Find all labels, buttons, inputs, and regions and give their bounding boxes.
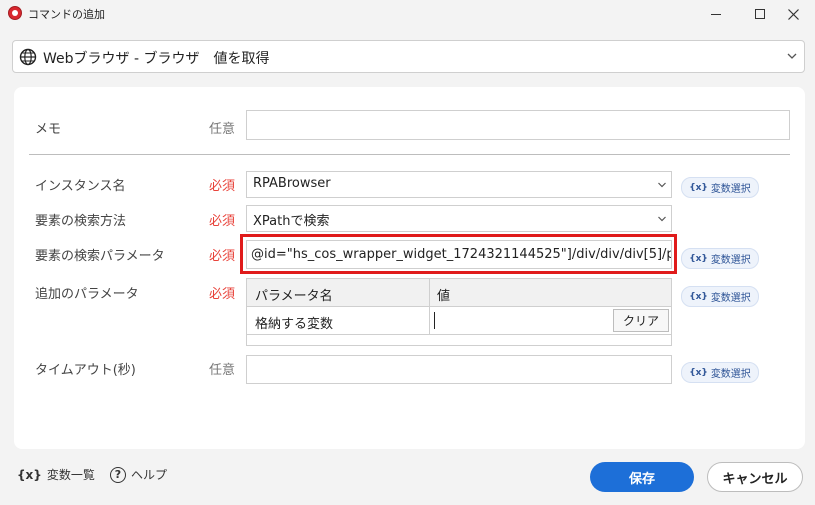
chevron-down-icon xyxy=(658,182,666,188)
timeout-input[interactable] xyxy=(246,355,672,384)
globe-icon xyxy=(19,48,37,66)
timeout-var-select-button[interactable]: {x} 変数選択 xyxy=(681,362,759,383)
table-row: 格納する変数 クリア xyxy=(247,307,671,335)
minimize-icon xyxy=(711,13,721,15)
memo-input[interactable] xyxy=(246,110,790,140)
help-icon: ? xyxy=(110,466,126,483)
variable-icon: {x} xyxy=(689,291,708,302)
value-input-cell[interactable] xyxy=(434,312,435,329)
table-header: パラメータ名 値 xyxy=(247,279,671,307)
variable-icon: {x} xyxy=(689,253,708,264)
column-header-value: 値 xyxy=(437,289,451,304)
instance-var-select-button[interactable]: {x} 変数選択 xyxy=(681,177,759,198)
save-button[interactable]: 保存 xyxy=(590,462,694,492)
additional-param-required-tag: 必須 xyxy=(209,287,236,302)
variable-list-link[interactable]: {x} 変数一覧 xyxy=(17,466,95,483)
close-icon xyxy=(787,8,799,20)
instance-required-tag: 必須 xyxy=(209,179,236,194)
additional-param-var-select-button[interactable]: {x} 変数選択 xyxy=(681,286,759,307)
title-bar: コマンドの追加 xyxy=(0,0,815,28)
command-label: Webブラウザ - ブラウザ 値を取得 xyxy=(43,51,270,67)
section-divider xyxy=(29,154,790,155)
search-method-label: 要素の検索方法 xyxy=(35,214,127,229)
search-param-var-select-button[interactable]: {x} 変数選択 xyxy=(681,248,759,269)
window-title: コマンドの追加 xyxy=(28,8,105,21)
instance-label: インスタンス名 xyxy=(35,179,126,194)
instance-select[interactable]: RPABrowser xyxy=(246,171,672,198)
timeout-label: タイムアウト(秒) xyxy=(35,363,136,378)
instance-value: RPABrowser xyxy=(253,176,331,191)
cancel-button[interactable]: キャンセル xyxy=(707,462,803,492)
additional-param-label: 追加のパラメータ xyxy=(35,287,139,302)
search-method-required-tag: 必須 xyxy=(209,214,236,229)
clear-button[interactable]: クリア xyxy=(613,309,669,332)
minimize-button[interactable] xyxy=(693,0,739,28)
memo-label: メモ xyxy=(35,122,62,137)
search-method-select[interactable]: XPathで検索 xyxy=(246,205,672,232)
app-logo-icon xyxy=(8,6,22,20)
close-button[interactable] xyxy=(770,0,815,28)
maximize-icon xyxy=(755,9,765,19)
search-param-required-tag: 必須 xyxy=(209,249,236,264)
command-select[interactable]: Webブラウザ - ブラウザ 値を取得 xyxy=(12,40,805,73)
search-param-label: 要素の検索パラメータ xyxy=(35,249,165,264)
variable-icon: {x} xyxy=(689,367,708,378)
highlight-box xyxy=(240,234,677,274)
chevron-down-icon xyxy=(787,53,797,59)
variable-icon: {x} xyxy=(17,467,42,482)
memo-optional-tag: 任意 xyxy=(209,122,236,137)
variable-icon: {x} xyxy=(689,182,708,193)
add-command-dialog: コマンドの追加 Webブラウザ - ブラウザ 値を取得 メモ 任意 インスタンス… xyxy=(0,0,815,505)
search-method-value: XPathで検索 xyxy=(253,214,330,229)
param-table: パラメータ名 値 格納する変数 クリア xyxy=(246,278,672,346)
column-header-param-name: パラメータ名 xyxy=(255,289,333,304)
timeout-optional-tag: 任意 xyxy=(209,363,236,378)
help-link[interactable]: ? ヘルプ xyxy=(110,466,167,483)
param-name-cell: 格納する変数 xyxy=(255,317,334,332)
chevron-down-icon xyxy=(658,216,666,222)
